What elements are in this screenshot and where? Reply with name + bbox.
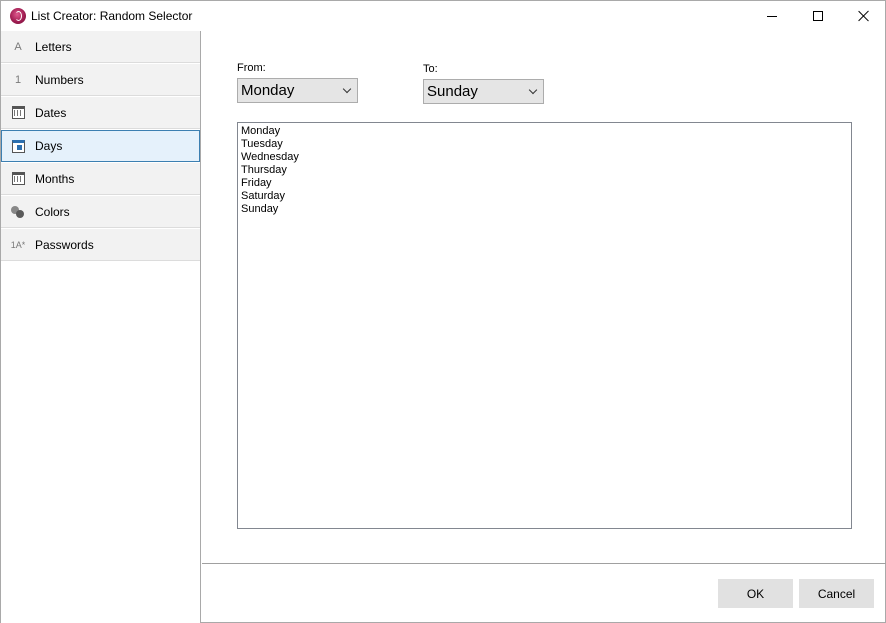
list-item: Wednesday xyxy=(241,151,299,163)
calendar-day-icon xyxy=(2,130,35,162)
days-list[interactable]: Monday Tuesday Wednesday Thursday Friday… xyxy=(237,122,852,529)
minimize-icon xyxy=(767,15,777,17)
calendar-icon xyxy=(1,163,35,195)
close-icon xyxy=(858,10,870,22)
sidebar-item-colors[interactable]: Colors xyxy=(1,196,200,228)
from-label: From: xyxy=(237,62,266,74)
number-one-icon: 1 xyxy=(14,73,22,86)
sidebar-item-label: Numbers xyxy=(35,72,84,87)
password-icon: 1A* xyxy=(10,239,26,250)
sidebar-item-label: Dates xyxy=(35,105,67,120)
to-selected-value: Sunday xyxy=(427,83,478,100)
window-title: List Creator: Random Selector xyxy=(31,9,193,23)
close-button[interactable] xyxy=(841,1,886,31)
sidebar-item-label: Colors xyxy=(35,204,70,219)
list-item: Saturday xyxy=(241,190,286,202)
list-item: Thursday xyxy=(241,164,287,176)
title-bar: List Creator: Random Selector xyxy=(1,1,885,31)
list-item: Tuesday xyxy=(241,138,283,150)
dialog-window: List Creator: Random Selector A Letters … xyxy=(0,0,886,623)
sidebar-item-label: Months xyxy=(35,171,75,186)
chevron-down-icon xyxy=(337,79,357,102)
to-label: To: xyxy=(423,63,438,75)
list-item: Friday xyxy=(241,177,272,189)
sidebar-item-label: Days xyxy=(35,139,63,153)
cancel-button[interactable]: Cancel xyxy=(799,579,874,608)
app-logo-icon xyxy=(10,8,26,24)
calendar-icon xyxy=(1,97,35,129)
minimize-button[interactable] xyxy=(749,1,795,31)
sidebar-item-label: Letters xyxy=(35,39,72,54)
footer-divider xyxy=(202,563,886,564)
ok-button[interactable]: OK xyxy=(718,579,793,608)
sidebar-item-numbers[interactable]: 1 Numbers xyxy=(1,64,200,96)
list-item: Sunday xyxy=(241,203,279,215)
from-selected-value: Monday xyxy=(241,82,295,99)
sidebar-item-months[interactable]: Months xyxy=(1,163,200,195)
to-dropdown[interactable]: Sunday xyxy=(423,79,544,104)
sidebar-item-label: Passwords xyxy=(35,237,94,252)
sidebar-item-dates[interactable]: Dates xyxy=(1,97,200,129)
chevron-down-icon xyxy=(523,80,543,103)
list-item: Monday xyxy=(241,125,281,137)
maximize-icon xyxy=(813,11,823,21)
sidebar-item-letters[interactable]: A Letters xyxy=(1,31,200,63)
sidebar-item-passwords[interactable]: 1A* Passwords xyxy=(1,229,200,261)
sidebar: A Letters 1 Numbers Dates Days Months Co… xyxy=(1,31,201,623)
sidebar-item-days[interactable]: Days xyxy=(1,130,200,162)
letter-a-icon: A xyxy=(14,40,22,53)
color-dots-icon xyxy=(1,196,35,228)
from-dropdown[interactable]: Monday xyxy=(237,78,358,103)
maximize-button[interactable] xyxy=(795,1,841,31)
